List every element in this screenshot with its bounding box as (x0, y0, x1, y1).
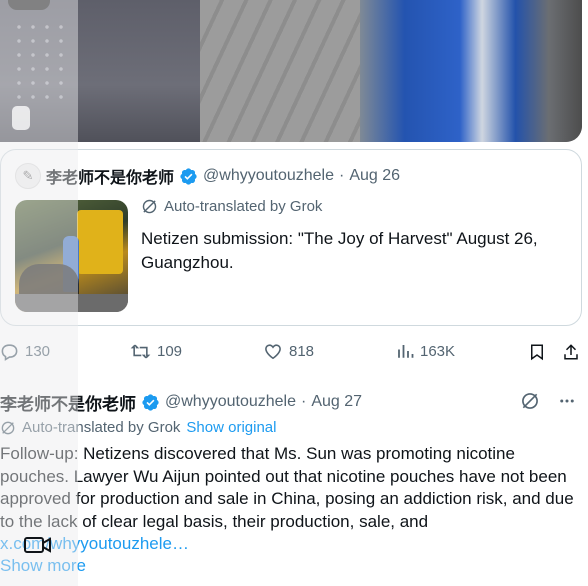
share-icon (564, 344, 578, 360)
quoted-tweet-header: ✎ 李老师不是你老师 @whyyoutouzhele · Aug 26 (15, 163, 400, 189)
like-button[interactable]: 818 (263, 342, 314, 361)
verified-badge-icon (180, 167, 197, 185)
bookmark-icon (531, 344, 543, 361)
repost-count: 109 (157, 343, 183, 360)
quoted-translate-note: Auto-translated by Grok (141, 198, 322, 215)
verified-badge-icon (142, 393, 159, 411)
author-handle[interactable]: @whyyoutouzhele (203, 167, 334, 185)
reply-icon (1, 344, 18, 361)
show-original-link[interactable]: Show original (186, 419, 276, 436)
tweet-text: Follow-up: Netizens discovered that Ms. … (0, 444, 574, 531)
analytics-icon (398, 345, 414, 358)
tweet-header-actions (520, 391, 576, 411)
video-camera-icon[interactable] (24, 535, 52, 555)
show-more-link[interactable]: Show more (0, 556, 86, 576)
media-road-region (200, 0, 360, 142)
author-name[interactable]: 李老师不是你老师 (0, 390, 136, 415)
author-handle[interactable]: @whyyoutouzhele (165, 393, 296, 411)
quoted-tweet-thumbnail[interactable] (15, 200, 128, 312)
quoted-tweet-text: Netizen submission: "The Joy of Harvest"… (141, 229, 538, 272)
views-button[interactable]: 163K (396, 342, 455, 360)
separator-dot: · (339, 167, 345, 184)
separator-dot: · (300, 393, 307, 410)
view-count: 163K (420, 342, 456, 360)
tweet-header: 李老师不是你老师 @whyyoutouzhele · Aug 27 (0, 390, 588, 415)
grok-icon[interactable] (520, 391, 540, 411)
media-badge (8, 0, 50, 10)
translate-label: Auto-translated by Grok (164, 198, 323, 215)
more-options-icon[interactable] (558, 392, 576, 410)
reply-count: 130 (25, 343, 51, 360)
repost-icon (130, 344, 151, 359)
like-count: 818 (289, 343, 315, 360)
grok-translate-icon (1, 421, 15, 434)
reply-button[interactable]: 130 (0, 342, 50, 361)
tweet-action-bar: 130 109 818 163K (0, 338, 588, 366)
avatar[interactable]: ✎ (15, 163, 41, 189)
media-control[interactable] (12, 106, 30, 130)
grok-translate-icon (142, 199, 157, 214)
media-railing-region (360, 0, 582, 142)
author-name[interactable]: 李老师不是你老师 (46, 164, 174, 188)
tweet-media-image[interactable] (0, 0, 582, 142)
share-button[interactable] (562, 342, 580, 362)
bookmark-button[interactable] (528, 342, 546, 362)
tweet-date[interactable]: Aug 27 (311, 393, 362, 411)
heart-icon (265, 344, 281, 360)
translate-label: Auto-translated by Grok (22, 419, 181, 436)
media-pants-region (0, 0, 200, 142)
translate-note: Auto-translated by Grok Show original (0, 419, 276, 436)
tweet-date[interactable]: Aug 26 (349, 167, 400, 185)
repost-button[interactable]: 109 (130, 342, 182, 361)
